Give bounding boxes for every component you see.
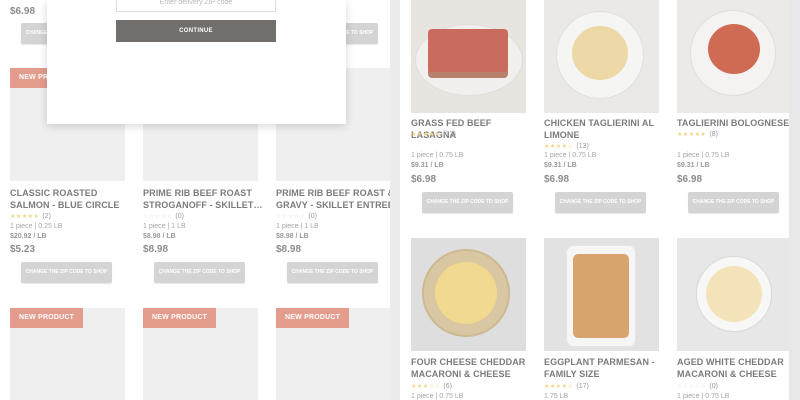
star-icons: ★★★★★ xyxy=(10,213,40,220)
unit-price: $9.31 / LB xyxy=(677,162,710,169)
unit-price: $8.98 / LB xyxy=(143,233,176,240)
product-image[interactable] xyxy=(677,0,792,113)
product-image[interactable] xyxy=(544,238,659,351)
change-zip-button[interactable]: CHANGE THE ZIP CODE TO SHOP xyxy=(688,192,779,213)
zip-code-input[interactable]: Enter delivery ZIP code xyxy=(116,0,276,12)
product-name[interactable]: CHICKEN TAGLIERINI AL LIMONE xyxy=(544,117,664,141)
rating-count: (6) xyxy=(443,383,452,390)
star-icons: ★★★★★ xyxy=(411,131,441,138)
unit-price: $8.98 / LB xyxy=(276,233,309,240)
left-product-pane: $6.98 CHANGE THE ZIP CODE TO SHOP CHANGE… xyxy=(0,0,394,400)
product-name[interactable]: AGED WHITE CHEDDAR MACARONI & CHEESE xyxy=(677,356,797,380)
new-product-badge: NEW PRODUCT xyxy=(143,308,217,328)
product-price: $5.23 xyxy=(10,244,36,255)
rating-count: (0) xyxy=(308,213,317,220)
product-image[interactable] xyxy=(411,0,526,113)
rating-count: (13) xyxy=(443,131,456,138)
product-name[interactable]: TAGLIERINI BOLOGNESE xyxy=(677,117,797,129)
product-image[interactable] xyxy=(677,238,792,351)
continue-button[interactable]: CONTINUE xyxy=(116,20,276,42)
change-zip-button[interactable]: CHANGE THE ZIP CODE TO SHOP xyxy=(287,262,378,283)
pack-size: 1 piece | 0.75 LB xyxy=(544,152,597,159)
rating-count: (2) xyxy=(42,213,51,220)
change-zip-button[interactable]: CHANGE THE ZIP CODE TO SHOP xyxy=(154,262,245,283)
macaroni-icon xyxy=(435,262,497,324)
product-price: $8.98 xyxy=(143,244,169,255)
product-price: $6.98 xyxy=(544,174,570,185)
product-name[interactable]: PRIME RIB BEEF ROAST STROGANOFF - SKILLE… xyxy=(143,187,263,211)
rating-stars: ★★★★☆ (13) xyxy=(544,143,589,150)
rating-stars: ☆☆☆☆☆ (0) xyxy=(677,383,718,390)
pack-size: 1 piece | 1 LB xyxy=(143,223,186,230)
product-name[interactable]: PRIME RIB BEEF ROAST & GRAVY - SKILLET E… xyxy=(276,187,396,211)
star-icons: ☆☆☆☆☆ xyxy=(143,213,173,220)
rating-count: (13) xyxy=(576,143,589,150)
rating-stars: ☆☆☆☆☆ (0) xyxy=(276,213,317,220)
change-zip-button[interactable]: CHANGE THE ZIP CODE TO SHOP xyxy=(555,192,646,213)
new-product-badge: NEW PRODUCT xyxy=(10,308,84,328)
rating-stars: ★★★★★ (8) xyxy=(677,131,718,138)
product-price: $6.98 xyxy=(411,174,437,185)
product-catalog-page: $6.98 CHANGE THE ZIP CODE TO SHOP CHANGE… xyxy=(0,0,800,400)
product-price: $6.98 xyxy=(677,174,703,185)
pack-size: 1 piece | 0.25 LB xyxy=(10,223,63,230)
eggplant-icon xyxy=(573,254,629,338)
product-name[interactable]: EGGPLANT PARMESAN - FAMILY SIZE xyxy=(544,356,664,380)
change-zip-button[interactable]: CHANGE THE ZIP CODE TO SHOP xyxy=(422,192,513,213)
right-product-pane: GRASS FED BEEF LASAGNA ★★★★★ (13) 1 piece… xyxy=(400,0,792,400)
product-image[interactable] xyxy=(411,238,526,351)
product-name[interactable]: FOUR CHEESE CHEDDAR MACARONI & CHEESE xyxy=(411,356,531,380)
unit-price: $20.92 / LB xyxy=(10,233,47,240)
star-icons: ★★★★☆ xyxy=(544,143,574,150)
star-icons: ☆☆☆☆☆ xyxy=(677,383,707,390)
macaroni-icon xyxy=(706,266,762,322)
lasagna-icon xyxy=(428,29,508,72)
pack-size: 1 piece | 0.75 LB xyxy=(411,393,464,400)
star-icons: ☆☆☆☆☆ xyxy=(276,213,306,220)
rating-stars: ☆☆☆☆☆ (0) xyxy=(143,213,184,220)
pack-size: 1 piece | 0.75 LB xyxy=(411,152,464,159)
rating-count: (0) xyxy=(175,213,184,220)
pane-divider xyxy=(390,0,400,400)
pack-size: 1 piece | 1 LB xyxy=(276,223,319,230)
product-name[interactable]: CLASSIC ROASTED SALMON - BLUE CIRCLE xyxy=(10,187,130,211)
unit-price: $9.31 / LB xyxy=(544,162,577,169)
rating-stars: ★★★☆☆ (6) xyxy=(411,383,452,390)
pack-size: 1.75 LB xyxy=(544,393,569,400)
star-icons: ★★★★☆ xyxy=(544,383,574,390)
rating-stars: ★★★★★ (2) xyxy=(10,213,51,220)
zip-code-modal: Enter delivery ZIP code CONTINUE xyxy=(47,0,346,124)
product-image[interactable] xyxy=(544,0,659,113)
pasta-icon xyxy=(572,26,628,80)
star-icons: ★★★☆☆ xyxy=(411,383,441,390)
rating-count: (17) xyxy=(576,383,589,390)
change-zip-button[interactable]: CHANGE THE ZIP CODE TO SHOP xyxy=(21,262,112,283)
star-icons: ★★★★★ xyxy=(677,131,707,138)
unit-price: $9.31 / LB xyxy=(411,162,444,169)
product-price: $6.98 xyxy=(10,6,36,17)
pack-size: 1 piece | 0.75 LB xyxy=(677,393,730,400)
pack-size: 1 piece | 0.75 LB xyxy=(677,152,730,159)
product-price: $8.98 xyxy=(276,244,302,255)
rating-count: (0) xyxy=(709,383,718,390)
rating-stars: ★★★★★ (13) xyxy=(411,131,456,138)
scrollbar-track[interactable] xyxy=(789,0,800,400)
new-product-badge: NEW PRODUCT xyxy=(276,308,350,328)
rating-stars: ★★★★☆ (17) xyxy=(544,383,589,390)
rating-count: (8) xyxy=(709,131,718,138)
pasta-icon xyxy=(708,24,760,74)
